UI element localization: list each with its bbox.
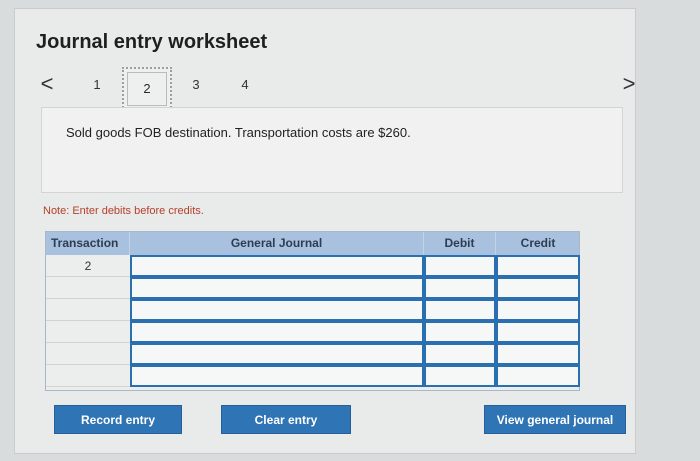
general-journal-input[interactable] xyxy=(130,343,424,365)
credit-input[interactable] xyxy=(496,365,580,387)
table-row xyxy=(46,321,580,343)
transaction-cell xyxy=(46,343,130,365)
credit-input[interactable] xyxy=(496,321,580,343)
general-journal-input[interactable] xyxy=(130,255,424,277)
page-tab-4[interactable]: 4 xyxy=(235,77,255,92)
journal-table: Transaction General Journal Debit Credit… xyxy=(45,231,580,391)
transaction-cell xyxy=(46,277,130,299)
credit-input[interactable] xyxy=(496,255,580,277)
page-tab-2[interactable]: 2 xyxy=(127,72,167,106)
debit-input[interactable] xyxy=(424,343,496,365)
prev-page-icon[interactable]: < xyxy=(37,73,57,95)
general-journal-input[interactable] xyxy=(130,277,424,299)
credit-input[interactable] xyxy=(496,277,580,299)
debit-input[interactable] xyxy=(424,255,496,277)
header-debit: Debit xyxy=(424,232,496,255)
table-row: 2 xyxy=(46,255,580,277)
transaction-cell xyxy=(46,365,130,387)
next-page-icon[interactable]: > xyxy=(619,73,639,95)
transaction-description-box: Sold goods FOB destination. Transportati… xyxy=(41,107,623,193)
table-row xyxy=(46,299,580,321)
table-row xyxy=(46,365,580,387)
debit-input[interactable] xyxy=(424,277,496,299)
page-tab-1[interactable]: 1 xyxy=(87,77,107,92)
table-row xyxy=(46,343,580,365)
page-tab-3[interactable]: 3 xyxy=(186,77,206,92)
general-journal-input[interactable] xyxy=(130,321,424,343)
header-transaction: Transaction xyxy=(46,232,130,255)
record-entry-button[interactable]: Record entry xyxy=(54,405,182,434)
transaction-description: Sold goods FOB destination. Transportati… xyxy=(66,125,411,140)
header-general-journal: General Journal xyxy=(130,232,424,255)
header-credit: Credit xyxy=(520,236,556,250)
debit-input[interactable] xyxy=(424,299,496,321)
credit-input[interactable] xyxy=(496,343,580,365)
transaction-cell xyxy=(46,321,130,343)
transaction-cell: 2 xyxy=(84,259,92,273)
transaction-cell xyxy=(46,299,130,321)
debit-input[interactable] xyxy=(424,365,496,387)
journal-header-row: Transaction General Journal Debit Credit xyxy=(46,232,579,255)
view-general-journal-button[interactable]: View general journal xyxy=(484,405,626,434)
table-row xyxy=(46,277,580,299)
note-text: Note: Enter debits before credits. xyxy=(43,205,204,217)
clear-entry-button[interactable]: Clear entry xyxy=(221,405,351,434)
credit-input[interactable] xyxy=(496,299,580,321)
worksheet-title: Journal entry worksheet xyxy=(36,31,268,53)
general-journal-input[interactable] xyxy=(130,365,424,387)
debit-input[interactable] xyxy=(424,321,496,343)
worksheet-panel: Journal entry worksheet < 1 2 3 4 > Sold… xyxy=(14,8,636,454)
general-journal-input[interactable] xyxy=(130,299,424,321)
